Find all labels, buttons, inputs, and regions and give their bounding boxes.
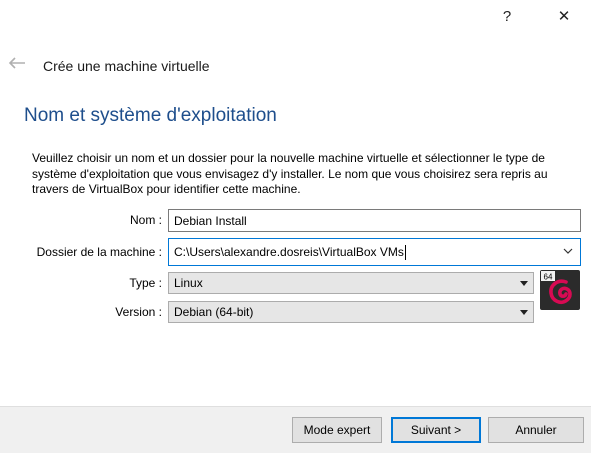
name-input[interactable]: Debian Install: [168, 209, 581, 232]
help-button[interactable]: ?: [484, 0, 530, 32]
version-select[interactable]: Debian (64-bit): [168, 301, 534, 323]
dropdown-arrow-icon: [520, 310, 528, 315]
debian-os-icon: 64: [540, 270, 580, 310]
wizard-header: Crée une machine virtuelle: [0, 50, 591, 82]
chevron-down-icon[interactable]: [562, 245, 574, 257]
folder-combobox[interactable]: C:\Users\alexandre.dosreis\VirtualBox VM…: [168, 238, 581, 266]
name-input-value: Debian Install: [174, 213, 247, 228]
next-button[interactable]: Suivant >: [391, 417, 481, 443]
text-caret: [404, 244, 406, 260]
cancel-button[interactable]: Annuler: [488, 417, 584, 443]
folder-label: Dossier de la machine :: [36, 245, 162, 259]
title-bar: ? ✕: [0, 0, 591, 34]
expert-mode-button[interactable]: Mode expert: [292, 417, 382, 443]
page-description: Veuillez choisir un nom et un dossier po…: [32, 151, 548, 196]
name-label: Nom :: [129, 213, 162, 227]
type-label: Type :: [129, 276, 162, 290]
type-select[interactable]: Linux: [168, 272, 534, 294]
type-value: Linux: [174, 276, 203, 290]
page-title: Nom et système d'exploitation: [24, 105, 277, 126]
version-value: Debian (64-bit): [174, 305, 254, 319]
version-label: Version :: [115, 305, 162, 319]
arrow-left-icon[interactable]: [8, 56, 26, 70]
button-bar: Mode expert Suivant > Annuler: [0, 406, 591, 453]
wizard-title: Crée une machine virtuelle: [43, 58, 210, 74]
os-bit-badge: 64: [544, 273, 553, 282]
dropdown-arrow-icon: [520, 281, 528, 286]
close-button[interactable]: ✕: [541, 0, 587, 32]
folder-value: C:\Users\alexandre.dosreis\VirtualBox VM…: [174, 245, 404, 259]
